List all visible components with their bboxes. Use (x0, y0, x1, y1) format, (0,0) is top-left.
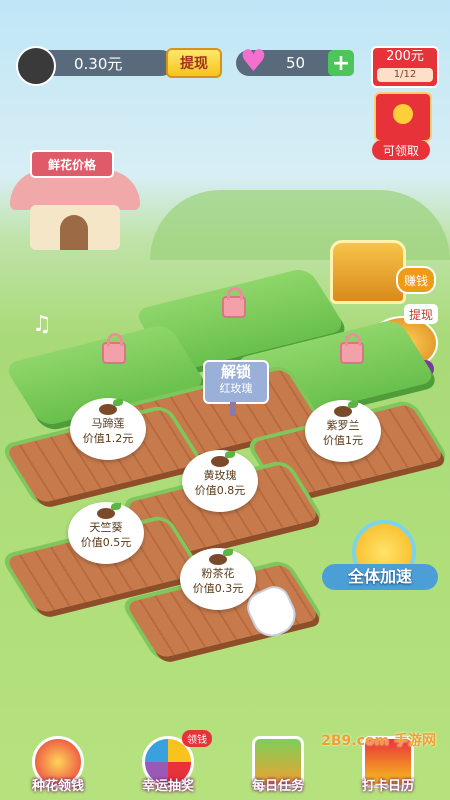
plant-earn-label: 种花领钱 (31, 779, 84, 794)
plant-earn-button[interactable]: 种花领钱 (8, 736, 108, 794)
seed-icon (97, 503, 121, 519)
flower-bubble-geranium[interactable]: 天竺葵 价值0.5元 (68, 502, 144, 564)
flower-bubble-calla-lily[interactable]: 马蹄莲 价值1.2元 (70, 398, 146, 460)
earn-money-label: 赚钱 (403, 273, 428, 288)
watermark: 2B9.com 手游网 (321, 733, 436, 749)
seed-icon (334, 401, 358, 417)
mushroom-house (0, 170, 150, 250)
flower-value: 价值1.2元 (82, 432, 134, 445)
daily-tasks-label: 每日任务 (251, 779, 304, 794)
player-avatar[interactable] (16, 46, 56, 86)
check-in-calendar-label: 打卡日历 (361, 779, 414, 794)
flower-price-sign-label: 鲜花价格 (47, 157, 96, 172)
flower-name: 黄玫瑰 (203, 469, 237, 482)
claimable-button[interactable]: 可领取 (372, 140, 430, 160)
treasure-chest-icon[interactable] (330, 240, 406, 304)
unlock-subtitle: 红玫瑰 (219, 382, 253, 395)
flower-value: 价值0.3元 (192, 582, 244, 595)
flower-name: 紫罗兰 (326, 419, 360, 432)
lucky-draw-badge: 领钱 (182, 730, 212, 747)
music-note-icon[interactable]: ♫ (32, 312, 52, 337)
seed-icon (99, 399, 123, 415)
seed-icon (211, 451, 235, 467)
heart-icon: ♥ (240, 44, 267, 79)
lock-icon (222, 287, 246, 318)
flower-name: 天竺葵 (89, 521, 123, 534)
flower-name: 粉茶花 (201, 567, 235, 580)
unlock-title: 解锁 (220, 363, 251, 381)
lock-icon (340, 333, 364, 364)
red-envelope-icon[interactable] (374, 92, 432, 142)
lock-icon (102, 333, 126, 364)
add-label: + (331, 50, 351, 76)
add-hearts-button[interactable]: + (328, 50, 354, 76)
daily-tasks-button[interactable]: 每日任务 (228, 736, 328, 794)
red-packet-amount: 200元 (386, 49, 424, 64)
seed-icon (209, 549, 233, 565)
red-packet-progress[interactable]: 200元 1/12 (371, 46, 439, 88)
flower-bubble-violet[interactable]: 紫罗兰 价值1元 (305, 400, 381, 462)
flower-value: 价值0.5元 (80, 536, 132, 549)
unlock-sign[interactable]: 解锁 红玫瑰 (203, 360, 269, 404)
boost-all-button[interactable]: 全体加速 (322, 520, 438, 590)
game-screen: 鲜花价格 0.30元 提现 50 ♥ + 200元 1/12 可领取 赚钱 提现… (0, 0, 450, 800)
flower-value: 价值1元 (323, 434, 363, 447)
claimable-label: 可领取 (382, 143, 419, 158)
flower-bubble-yellow-rose[interactable]: 黄玫瑰 价值0.8元 (182, 450, 258, 512)
flower-value: 价值0.8元 (194, 484, 246, 497)
treasure-withdraw-tag[interactable]: 提现 (404, 304, 438, 324)
earn-money-button[interactable]: 赚钱 (396, 266, 436, 294)
sign-post (230, 402, 236, 416)
treasure-withdraw-label: 提现 (408, 307, 433, 322)
flower-bubble-camellia[interactable]: 粉茶花 价值0.3元 (180, 548, 256, 610)
lucky-draw-button[interactable]: 领钱 幸运抽奖 (118, 730, 218, 794)
withdraw-label: 提现 (180, 56, 208, 72)
red-packet-progress-text: 1/12 (377, 68, 433, 82)
boost-all-label: 全体加速 (322, 564, 438, 590)
flower-name: 马蹄莲 (91, 417, 125, 430)
lucky-draw-label: 幸运抽奖 (141, 779, 194, 794)
flower-price-sign[interactable]: 鲜花价格 (30, 150, 114, 178)
hearts-value: 50 (286, 54, 306, 72)
cash-value: 0.30元 (74, 54, 123, 73)
withdraw-button[interactable]: 提现 (166, 48, 222, 78)
